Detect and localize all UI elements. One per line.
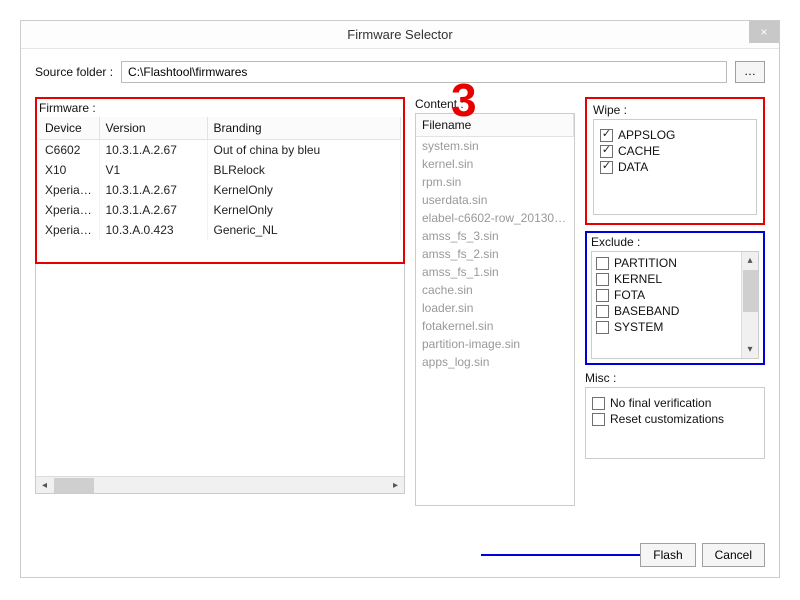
list-item[interactable]: elabel-c6602-row_201305…: [416, 209, 574, 227]
checkbox-icon[interactable]: [592, 413, 605, 426]
chevron-right-icon[interactable]: ▸: [387, 477, 404, 494]
checkbox-icon[interactable]: [600, 145, 613, 158]
cancel-button[interactable]: Cancel: [702, 543, 765, 567]
ellipsis-icon: …: [744, 64, 756, 78]
exclude-label: Exclude :: [591, 235, 759, 249]
list-item[interactable]: amss_fs_1.sin: [416, 263, 574, 281]
table-row[interactable]: C660210.3.1.A.2.67Out of china by bleu: [39, 140, 401, 161]
hscroll-thumb[interactable]: [54, 478, 94, 493]
firmware-highlight: Firmware : Device Version Branding C6602…: [35, 97, 405, 264]
exclude-system[interactable]: SYSTEM: [596, 320, 754, 334]
checkbox-icon[interactable]: [600, 161, 613, 174]
source-label: Source folder :: [35, 65, 113, 79]
content-list[interactable]: Filename system.sin kernel.sin rpm.sin u…: [415, 113, 575, 506]
list-item[interactable]: amss_fs_3.sin: [416, 227, 574, 245]
close-button[interactable]: ×: [749, 21, 779, 43]
chevron-left-icon[interactable]: ◂: [36, 477, 53, 494]
wipe-highlight: Wipe : APPSLOG CACHE DATA: [585, 97, 765, 225]
flash-button[interactable]: Flash: [640, 543, 695, 567]
list-item[interactable]: fotakernel.sin: [416, 317, 574, 335]
misc-group: Misc : No final verification Reset custo…: [585, 371, 765, 459]
list-item[interactable]: partition-image.sin: [416, 335, 574, 353]
step-annotation: 3: [451, 73, 477, 127]
list-item[interactable]: apps_log.sin: [416, 353, 574, 371]
checkbox-icon[interactable]: [600, 129, 613, 142]
vscroll-thumb[interactable]: [743, 270, 758, 312]
col-branding[interactable]: Branding: [207, 117, 401, 140]
exclude-fota[interactable]: FOTA: [596, 288, 754, 302]
vscrollbar[interactable]: ▴ ▾: [741, 252, 758, 358]
checkbox-icon[interactable]: [596, 273, 609, 286]
exclude-partition[interactable]: PARTITION: [596, 256, 754, 270]
firmware-group: Firmware : Device Version Branding C6602…: [35, 97, 405, 494]
right-column: Wipe : APPSLOG CACHE DATA Exclude : PART…: [585, 97, 765, 459]
exclude-highlight: Exclude : PARTITION KERNEL FOTA BASEBAND…: [585, 231, 765, 365]
wipe-list: APPSLOG CACHE DATA: [593, 119, 757, 215]
exclude-kernel[interactable]: KERNEL: [596, 272, 754, 286]
titlebar: Firmware Selector ×: [21, 21, 779, 49]
checkbox-icon[interactable]: [596, 257, 609, 270]
browse-button[interactable]: …: [735, 61, 765, 83]
misc-reset-customizations[interactable]: Reset customizations: [592, 412, 758, 426]
list-item[interactable]: userdata.sin: [416, 191, 574, 209]
table-row[interactable]: X10V1BLRelock: [39, 160, 401, 180]
firmware-empty-area: ◂ ▸: [35, 264, 405, 494]
table-row[interactable]: Xperia…10.3.1.A.2.67KernelOnly: [39, 180, 401, 200]
exclude-list[interactable]: PARTITION KERNEL FOTA BASEBAND SYSTEM ▴ …: [591, 251, 759, 359]
content-group: Content : Filename system.sin kernel.sin…: [415, 97, 575, 506]
checkbox-icon[interactable]: [596, 305, 609, 318]
col-device[interactable]: Device: [39, 117, 99, 140]
list-item[interactable]: system.sin: [416, 137, 574, 155]
footer: Flash Cancel: [640, 543, 765, 567]
list-item[interactable]: loader.sin: [416, 299, 574, 317]
checkbox-icon[interactable]: [596, 321, 609, 334]
wipe-label: Wipe :: [593, 103, 757, 117]
content-area: Source folder : … 3 Firmware : Device Ve…: [21, 49, 779, 516]
col-version[interactable]: Version: [99, 117, 207, 140]
arrow-shaft: [481, 554, 641, 556]
source-input[interactable]: [121, 61, 727, 83]
window-title: Firmware Selector: [347, 27, 452, 42]
table-row[interactable]: Xperia…10.3.1.A.2.67KernelOnly: [39, 200, 401, 220]
close-icon: ×: [760, 25, 767, 39]
firmware-label: Firmware :: [39, 101, 401, 115]
checkbox-icon[interactable]: [596, 289, 609, 302]
list-item[interactable]: cache.sin: [416, 281, 574, 299]
source-row: Source folder : …: [35, 61, 765, 83]
misc-list: No final verification Reset customizatio…: [585, 387, 765, 459]
wipe-data[interactable]: DATA: [600, 160, 750, 174]
list-item[interactable]: amss_fs_2.sin: [416, 245, 574, 263]
wipe-cache[interactable]: CACHE: [600, 144, 750, 158]
content-label: Content :: [415, 97, 575, 111]
wipe-appslog[interactable]: APPSLOG: [600, 128, 750, 142]
exclude-baseband[interactable]: BASEBAND: [596, 304, 754, 318]
misc-label: Misc :: [585, 371, 765, 385]
misc-no-final-verification[interactable]: No final verification: [592, 396, 758, 410]
table-row[interactable]: Xperia…10.3.A.0.423Generic_NL: [39, 220, 401, 240]
col-filename[interactable]: Filename: [416, 114, 574, 137]
main-grid: Firmware : Device Version Branding C6602…: [35, 97, 765, 506]
list-item[interactable]: rpm.sin: [416, 173, 574, 191]
checkbox-icon[interactable]: [592, 397, 605, 410]
chevron-down-icon[interactable]: ▾: [742, 341, 759, 358]
chevron-up-icon[interactable]: ▴: [742, 252, 759, 269]
arrow-annotation: [481, 549, 653, 561]
firmware-table[interactable]: Device Version Branding C660210.3.1.A.2.…: [39, 117, 401, 260]
hscrollbar[interactable]: ◂ ▸: [36, 476, 404, 493]
dialog-window: Firmware Selector × Source folder : … 3 …: [20, 20, 780, 578]
list-item[interactable]: kernel.sin: [416, 155, 574, 173]
